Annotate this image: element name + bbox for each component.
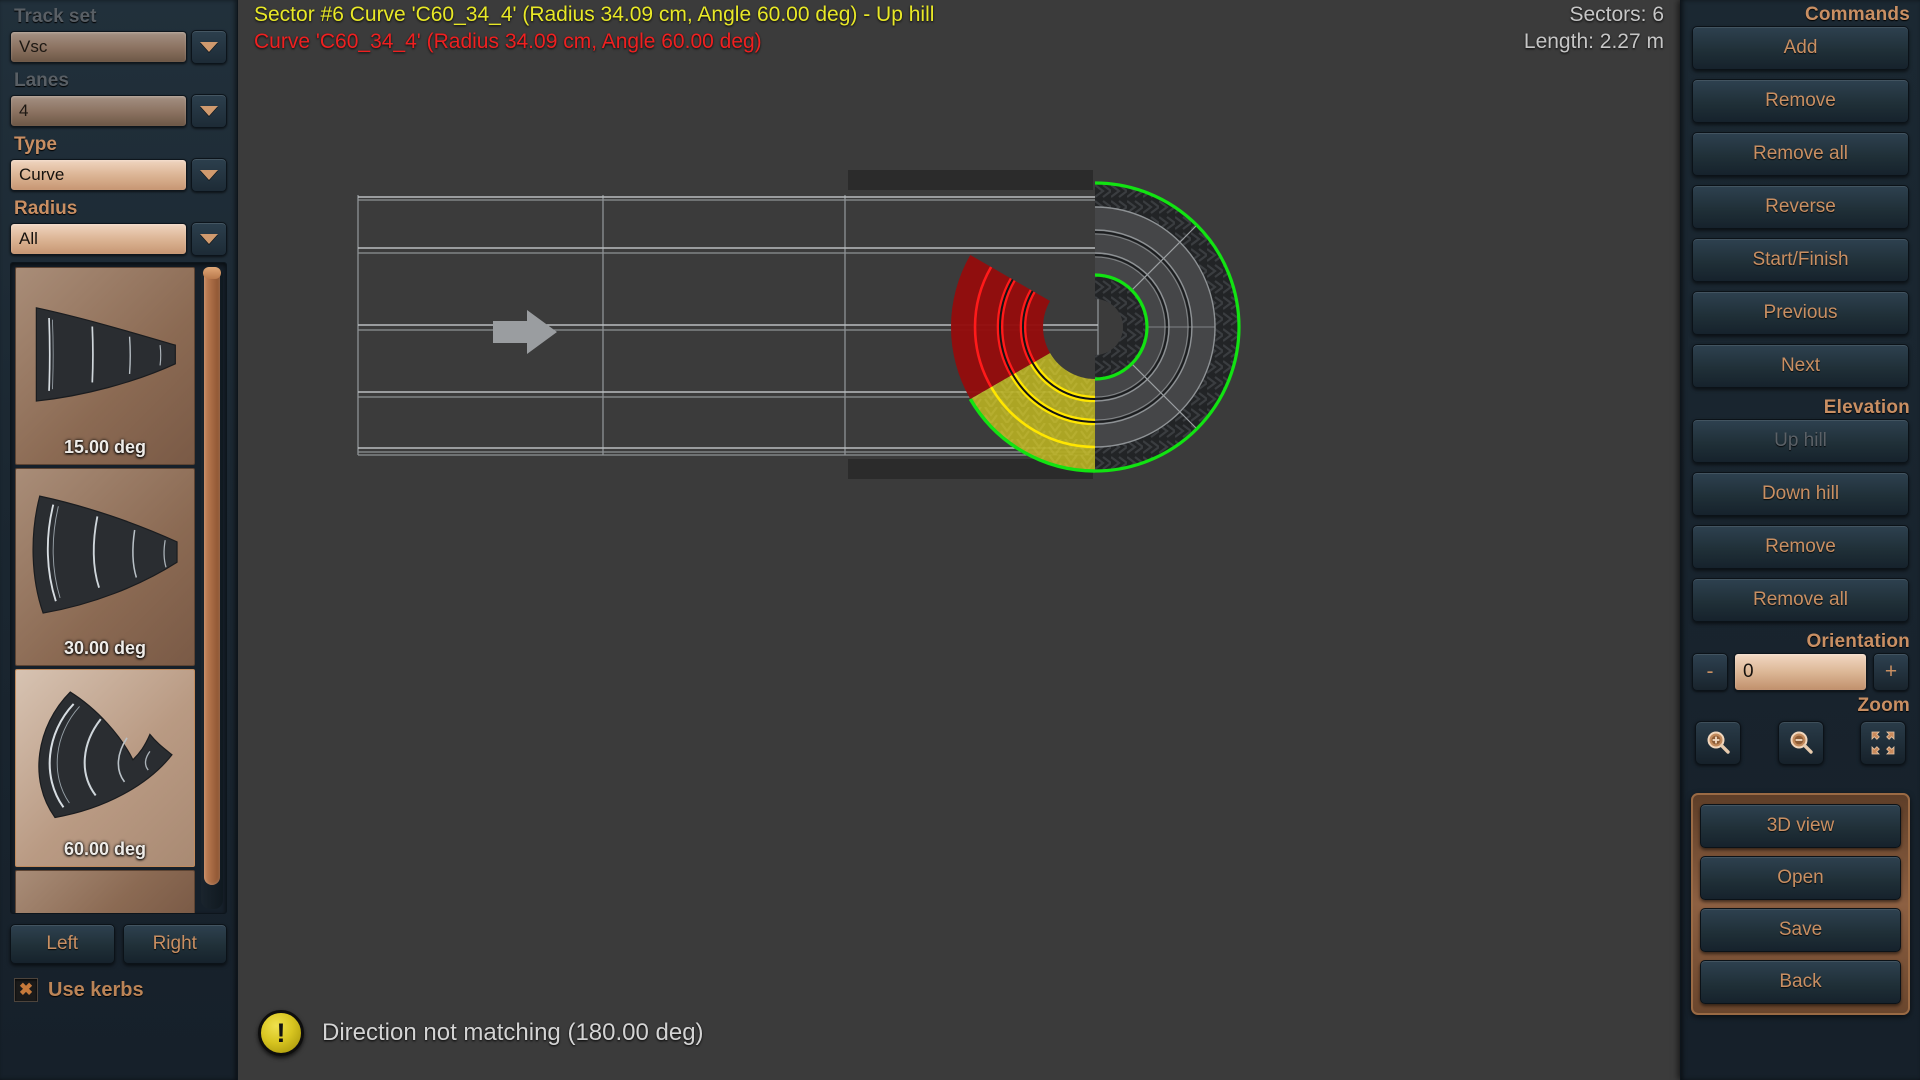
lanes-combo[interactable]: 4 — [10, 94, 227, 128]
track-set-combo[interactable]: Vsc — [10, 30, 227, 64]
lanes-group: Lanes 4 — [0, 70, 237, 128]
orientation-decrement-button[interactable]: - — [1692, 653, 1728, 691]
radius-label: Radius — [14, 198, 78, 219]
list-item[interactable]: 15.00 deg — [15, 267, 195, 465]
elevation-title: Elevation — [1823, 397, 1910, 418]
lanes-label: Lanes — [14, 70, 69, 91]
chevron-down-icon — [200, 234, 218, 244]
chevron-down-icon — [200, 106, 218, 116]
command-add-button[interactable]: Add — [1692, 26, 1909, 70]
scrollbar-thumb[interactable] — [203, 266, 221, 886]
type-dropdown-button[interactable] — [191, 158, 227, 192]
type-value[interactable]: Curve — [10, 159, 187, 191]
zoom-fit-icon — [1871, 731, 1895, 755]
curve-60-thumbnail-icon — [38, 691, 173, 819]
preview-sector — [951, 255, 1096, 473]
command-reverse-button[interactable]: Reverse — [1692, 185, 1909, 229]
sectors-count: Sectors: 6 — [1569, 3, 1664, 26]
elevation-remove-button[interactable]: Remove — [1692, 525, 1909, 569]
curve-30-thumbnail-icon — [32, 495, 178, 614]
right-panel: Commands Add Remove Remove all Reverse S… — [1680, 0, 1920, 1080]
radius-dropdown-button[interactable] — [191, 222, 227, 256]
status-line-primary: Sector #6 Curve 'C60_34_4' (Radius 34.09… — [254, 3, 935, 26]
elevation-remove-all-button[interactable]: Remove all — [1692, 578, 1909, 622]
back-button[interactable]: Back — [1700, 960, 1901, 1004]
zoom-out-button[interactable] — [1777, 721, 1824, 765]
orientation-increment-button[interactable]: + — [1873, 653, 1909, 691]
list-item[interactable]: 60.00 deg — [15, 669, 195, 867]
zoom-in-button[interactable] — [1695, 721, 1741, 765]
radius-group: Radius All — [0, 198, 237, 256]
track-canvas[interactable]: Sector #6 Curve 'C60_34_4' (Radius 34.09… — [238, 0, 1680, 1080]
list-item[interactable]: 30.00 deg — [15, 468, 195, 666]
right-button[interactable]: Right — [122, 924, 227, 964]
track-set-label: Track set — [14, 6, 97, 27]
orientation-value-field[interactable]: 0 — [1734, 653, 1867, 691]
radius-combo[interactable]: All — [10, 222, 227, 256]
action-button-group: 3D view Open Save Back — [1691, 793, 1910, 1015]
use-kerbs-row[interactable]: ✖ Use kerbs — [0, 964, 237, 1002]
warning-message: ! Direction not matching (180.00 deg) — [258, 1010, 704, 1056]
zoom-in-icon — [1707, 731, 1730, 754]
left-button[interactable]: Left — [10, 924, 115, 964]
type-label: Type — [14, 134, 57, 155]
piece-label: 15.00 deg — [63, 437, 147, 457]
command-previous-button[interactable]: Previous — [1692, 291, 1909, 335]
side-buttons-row: Left Right — [0, 914, 237, 964]
command-remove-button[interactable]: Remove — [1692, 79, 1909, 123]
piece-label: 30.00 deg — [63, 638, 147, 658]
direction-arrow-icon — [493, 310, 557, 354]
piece-list: 15.00 deg 30.00 deg 60.00 deg — [10, 262, 227, 914]
type-group: Type Curve — [0, 134, 237, 192]
status-line-error: Curve 'C60_34_4' (Radius 34.09 cm, Angle… — [254, 29, 762, 53]
track-set-group: Track set Vsc — [0, 6, 237, 64]
warning-text: Direction not matching (180.00 deg) — [322, 1019, 704, 1046]
track-set-value[interactable]: Vsc — [10, 31, 187, 63]
track-set-dropdown-button[interactable] — [191, 30, 227, 64]
track-plan-drawing — [357, 170, 1241, 479]
elevation-up-hill-button[interactable]: Up hill — [1692, 419, 1909, 463]
lanes-dropdown-button[interactable] — [191, 94, 227, 128]
command-start-finish-button[interactable]: Start/Finish — [1692, 238, 1909, 282]
radius-value[interactable]: All — [10, 223, 187, 255]
curve-15-thumbnail-icon — [35, 307, 176, 402]
open-button[interactable]: Open — [1700, 856, 1901, 900]
start-block-top — [848, 170, 1093, 190]
track-length: Length: 2.27 m — [1523, 29, 1664, 53]
commands-title: Commands — [1804, 4, 1910, 25]
chevron-down-icon — [200, 170, 218, 180]
chevron-down-icon — [200, 42, 218, 52]
use-kerbs-label: Use kerbs — [48, 978, 144, 1001]
command-next-button[interactable]: Next — [1692, 344, 1909, 388]
zoom-out-icon — [1790, 731, 1813, 754]
save-button[interactable]: Save — [1700, 908, 1901, 952]
piece-label: 60.00 deg — [63, 839, 147, 859]
lanes-value[interactable]: 4 — [10, 95, 187, 127]
zoom-title: Zoom — [1857, 695, 1910, 716]
piece-list-items: 15.00 deg 30.00 deg 60.00 deg — [11, 263, 198, 913]
elevation-down-hill-button[interactable]: Down hill — [1692, 472, 1909, 516]
zoom-controls — [1681, 717, 1920, 765]
zoom-fit-button[interactable] — [1860, 721, 1906, 765]
use-kerbs-checkbox[interactable]: ✖ — [14, 978, 38, 1002]
left-sidebar: Track set Vsc Lanes 4 Type Curve Radius — [0, 0, 238, 1080]
3d-view-button[interactable]: 3D view — [1700, 804, 1901, 848]
piece-list-scrollbar[interactable] — [201, 266, 223, 909]
canvas-info: Sectors: 6 Length: 2.27 m — [1524, 2, 1664, 55]
warning-icon: ! — [258, 1010, 304, 1056]
command-remove-all-button[interactable]: Remove all — [1692, 132, 1909, 176]
type-combo[interactable]: Curve — [10, 158, 227, 192]
orientation-title: Orientation — [1806, 631, 1910, 652]
orientation-stepper: - 0 + — [1681, 653, 1920, 691]
list-item[interactable] — [15, 870, 195, 913]
canvas-status: Sector #6 Curve 'C60_34_4' (Radius 34.09… — [254, 2, 934, 55]
